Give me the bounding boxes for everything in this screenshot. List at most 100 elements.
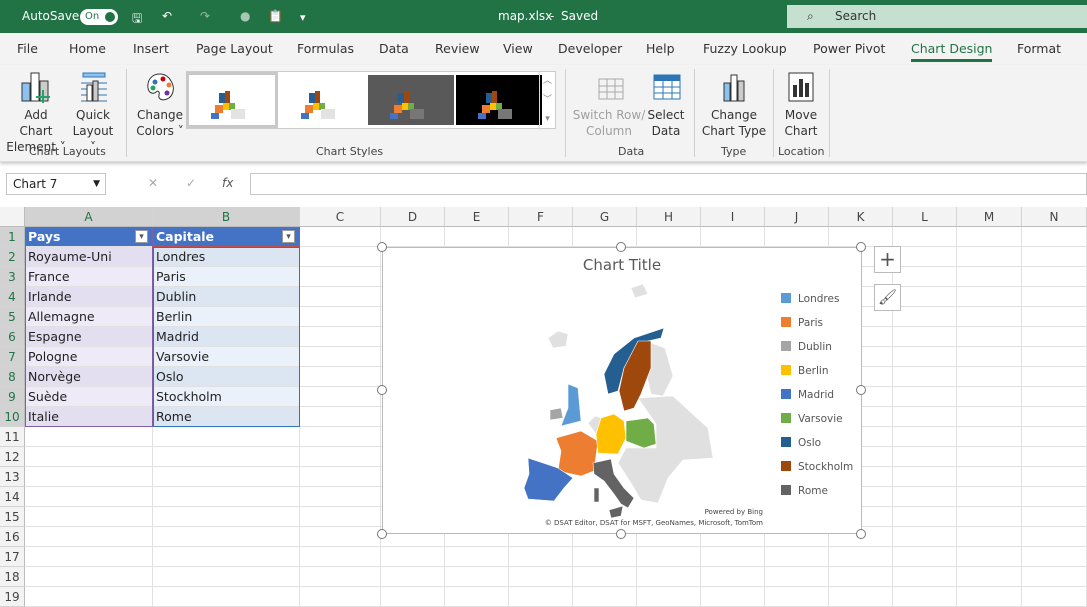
cell[interactable] bbox=[509, 547, 573, 567]
tab-review[interactable]: Review bbox=[435, 41, 480, 56]
gallery-scroll[interactable]: ︿ ﹀ ▾ bbox=[539, 72, 555, 130]
cell[interactable] bbox=[153, 427, 300, 447]
cell[interactable] bbox=[893, 527, 957, 547]
legend-item[interactable]: Dublin bbox=[781, 341, 832, 353]
table-cell[interactable]: Irlande bbox=[25, 287, 153, 307]
cell[interactable] bbox=[445, 587, 509, 607]
row-header[interactable]: 3 bbox=[0, 267, 25, 287]
legend-item[interactable]: Paris bbox=[781, 317, 823, 329]
insert-function-icon[interactable]: fx bbox=[222, 176, 233, 190]
switch-row-column-button[interactable]: Switch Row/ Column bbox=[572, 71, 646, 139]
row-header[interactable]: 4 bbox=[0, 287, 25, 307]
tab-insert[interactable]: Insert bbox=[133, 41, 169, 56]
cell[interactable] bbox=[637, 567, 701, 587]
table-cell[interactable]: France bbox=[25, 267, 153, 287]
search-box[interactable]: ⌕ Search bbox=[787, 5, 1087, 28]
row-header[interactable]: 13 bbox=[0, 467, 25, 487]
cell[interactable] bbox=[957, 247, 1022, 267]
cell[interactable] bbox=[765, 227, 829, 247]
column-header[interactable]: M bbox=[957, 207, 1022, 227]
cell[interactable] bbox=[300, 527, 381, 547]
cell[interactable] bbox=[957, 427, 1022, 447]
cell[interactable] bbox=[957, 507, 1022, 527]
table-cell[interactable]: Rome bbox=[153, 407, 300, 427]
legend-item[interactable]: Oslo bbox=[781, 437, 821, 449]
legend-item[interactable]: Londres bbox=[781, 293, 839, 305]
cell[interactable] bbox=[381, 587, 445, 607]
cell[interactable] bbox=[573, 587, 637, 607]
cell[interactable] bbox=[153, 567, 300, 587]
record-icon[interactable]: ● bbox=[240, 9, 250, 23]
cell[interactable] bbox=[153, 467, 300, 487]
redo-icon[interactable]: ↷ bbox=[200, 9, 210, 23]
cell[interactable] bbox=[25, 467, 153, 487]
table-header[interactable]: Capitale ▾ bbox=[153, 227, 300, 247]
cell[interactable] bbox=[509, 567, 573, 587]
scroll-up-icon[interactable]: ︿ bbox=[540, 72, 555, 91]
add-chart-element-button[interactable]: Add Chart Element ˅ bbox=[6, 71, 66, 155]
cell[interactable] bbox=[893, 247, 957, 267]
cell[interactable] bbox=[25, 587, 153, 607]
formula-input[interactable] bbox=[250, 173, 1087, 195]
move-chart-button[interactable]: Move Chart bbox=[780, 71, 822, 139]
cell[interactable] bbox=[25, 547, 153, 567]
row-header[interactable]: 6 bbox=[0, 327, 25, 347]
cell[interactable] bbox=[1022, 587, 1087, 607]
cell[interactable] bbox=[893, 287, 957, 307]
quick-layout-button[interactable]: Quick Layout ˅ bbox=[68, 71, 118, 155]
cell[interactable] bbox=[893, 427, 957, 447]
cell[interactable] bbox=[445, 567, 509, 587]
change-chart-type-button[interactable]: Change Chart Type bbox=[700, 71, 768, 139]
column-header[interactable]: G bbox=[573, 207, 637, 227]
legend-item[interactable]: Berlin bbox=[781, 365, 828, 377]
resize-handle[interactable] bbox=[616, 529, 626, 539]
cell[interactable] bbox=[957, 527, 1022, 547]
table-cell[interactable]: Italie bbox=[25, 407, 153, 427]
scroll-down-icon[interactable]: ﹀ bbox=[540, 91, 555, 110]
table-cell[interactable]: Oslo bbox=[153, 367, 300, 387]
tab-fuzzy-lookup[interactable]: Fuzzy Lookup bbox=[703, 41, 787, 56]
row-header[interactable]: 19 bbox=[0, 587, 25, 607]
cell[interactable] bbox=[957, 227, 1022, 247]
row-header[interactable]: 10 bbox=[0, 407, 25, 427]
cell[interactable] bbox=[300, 247, 381, 267]
chart-elements-button[interactable]: + bbox=[874, 246, 901, 273]
cell[interactable] bbox=[957, 567, 1022, 587]
cell[interactable] bbox=[25, 487, 153, 507]
table-cell[interactable]: Suède bbox=[25, 387, 153, 407]
column-header[interactable]: K bbox=[829, 207, 893, 227]
row-header[interactable]: 16 bbox=[0, 527, 25, 547]
cell[interactable] bbox=[153, 527, 300, 547]
tab-view[interactable]: View bbox=[503, 41, 533, 56]
undo-icon[interactable]: ↶ bbox=[162, 9, 172, 23]
cell[interactable] bbox=[957, 487, 1022, 507]
cell[interactable] bbox=[381, 227, 445, 247]
cell[interactable] bbox=[153, 587, 300, 607]
table-cell[interactable]: Dublin bbox=[153, 287, 300, 307]
cell[interactable] bbox=[1022, 407, 1087, 427]
row-header[interactable]: 17 bbox=[0, 547, 25, 567]
cell[interactable] bbox=[300, 427, 381, 447]
cell[interactable] bbox=[957, 587, 1022, 607]
cell[interactable] bbox=[300, 287, 381, 307]
legend-item[interactable]: Stockholm bbox=[781, 461, 853, 473]
tab-home[interactable]: Home bbox=[69, 41, 106, 56]
row-header[interactable]: 12 bbox=[0, 447, 25, 467]
cell[interactable] bbox=[893, 307, 957, 327]
cell[interactable] bbox=[957, 407, 1022, 427]
table-cell[interactable]: Royaume-Uni bbox=[25, 247, 153, 267]
cell[interactable] bbox=[957, 287, 1022, 307]
cell[interactable] bbox=[957, 267, 1022, 287]
cell[interactable] bbox=[957, 467, 1022, 487]
resize-handle[interactable] bbox=[377, 242, 387, 252]
cell[interactable] bbox=[509, 587, 573, 607]
cell[interactable] bbox=[829, 587, 893, 607]
name-box[interactable]: Chart 7 ▼ bbox=[6, 173, 106, 195]
clipboard-icon[interactable]: 📋 bbox=[268, 9, 283, 23]
cell[interactable] bbox=[829, 547, 893, 567]
cell[interactable] bbox=[25, 507, 153, 527]
filter-dropdown-icon[interactable]: ▾ bbox=[282, 230, 295, 243]
tab-power-pivot[interactable]: Power Pivot bbox=[813, 41, 885, 56]
tab-format[interactable]: Format bbox=[1017, 41, 1061, 56]
cell[interactable] bbox=[701, 227, 765, 247]
